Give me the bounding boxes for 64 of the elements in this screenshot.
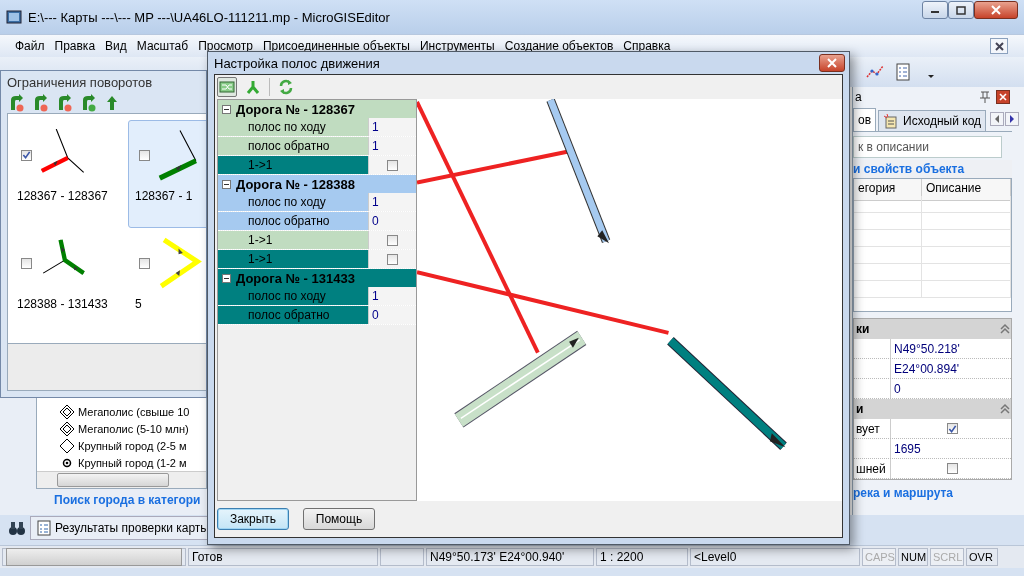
turn-item[interactable]: 128367 - 128367	[10, 120, 124, 228]
menu-item[interactable]: Создание объектов	[499, 39, 619, 53]
status-pane: CAPS	[862, 548, 896, 566]
status-pane: <Level0	[690, 548, 860, 566]
property-label: полос по ходу	[218, 118, 368, 136]
property-value[interactable]: 1	[368, 118, 416, 136]
property-label: полос обратно	[218, 212, 368, 230]
search-link[interactable]: Поиск города в категори	[36, 489, 207, 511]
property-value[interactable]: 1	[368, 137, 416, 155]
menu-item[interactable]: Справка	[618, 39, 676, 53]
dialog-button[interactable]: Закрыть	[217, 508, 289, 530]
property-value: E24°00.894'	[893, 360, 961, 378]
column-header[interactable]: егория	[854, 179, 922, 201]
menu-item[interactable]: Присоединенные объекты	[257, 39, 415, 53]
tab[interactable]: ов	[853, 108, 877, 131]
status-pane: SCRL	[930, 548, 964, 566]
tree-item[interactable]: Мегаполис (свыше 10	[78, 405, 190, 418]
property-label: 1->1	[218, 231, 368, 249]
dialog-button[interactable]: Помощь	[303, 508, 375, 530]
menu-item[interactable]: Файл	[10, 39, 50, 53]
property-label: полос по ходу	[218, 193, 368, 211]
menu-item[interactable]: Просмотр	[193, 39, 258, 53]
property-value: 1695	[893, 440, 922, 458]
property-label: 1->1	[218, 156, 368, 174]
property-value[interactable]: 1	[368, 193, 416, 211]
property-label: вует	[856, 421, 880, 436]
status-pane: Готов	[188, 548, 378, 566]
window-title: E:\--- Карты ---\--- MP ---\UA46LO-111211.mp - MicroGISEditor	[28, 9, 391, 25]
property-value: N49°50.218'	[893, 340, 961, 358]
panel-title: Ограничения поворотов	[7, 73, 154, 92]
turn-item[interactable]: 128367 - 1	[128, 120, 206, 228]
property-value[interactable]: 0	[368, 212, 416, 230]
property-label: шней	[856, 461, 886, 476]
property-label: полос обратно	[218, 137, 368, 155]
property-label: 1->1	[218, 250, 368, 268]
section-link[interactable]: река и маршрута	[853, 480, 1012, 502]
turn-item[interactable]: 5	[128, 228, 206, 336]
status-pane: OVR	[966, 548, 998, 566]
turn-item[interactable]: 128388 - 131433	[10, 228, 124, 336]
dialog-title: Настройка полос движения	[214, 55, 381, 71]
status-pane: N49°50.173' E24°00.940'	[426, 548, 594, 566]
menu-item[interactable]: Вид	[100, 39, 132, 53]
tree-item[interactable]: Крупный город (1-2 м	[78, 456, 187, 469]
tab[interactable]: Исходный код	[878, 110, 987, 131]
menu-item[interactable]: Инструменты	[414, 39, 500, 53]
property-value[interactable]: 0	[368, 306, 416, 324]
item-label: 5	[135, 297, 142, 311]
status-pane: 1 : 2200	[596, 548, 688, 566]
menu-item[interactable]: Масштаб	[131, 39, 194, 53]
search-field[interactable]: к в описании	[853, 136, 1002, 158]
item-label: 128367 - 128367	[17, 189, 108, 203]
property-label: полос по ходу	[218, 287, 368, 305]
property-value: 0	[893, 380, 902, 398]
item-label: 128367 - 1	[135, 189, 193, 203]
panel-title: а	[855, 90, 863, 104]
property-value[interactable]: 1	[368, 287, 416, 305]
column-header[interactable]: Описание	[922, 179, 1011, 201]
item-label: 128388 - 131433	[17, 297, 108, 311]
menu-item[interactable]: Правка	[49, 39, 101, 53]
property-label: полос обратно	[218, 306, 368, 324]
tree-item[interactable]: Мегаполис (5-10 млн)	[78, 422, 189, 435]
status-pane: NUM	[898, 548, 928, 566]
tree-item[interactable]: Крупный город (2-5 м	[78, 439, 187, 452]
section-link[interactable]: и свойств объекта	[853, 160, 1012, 178]
